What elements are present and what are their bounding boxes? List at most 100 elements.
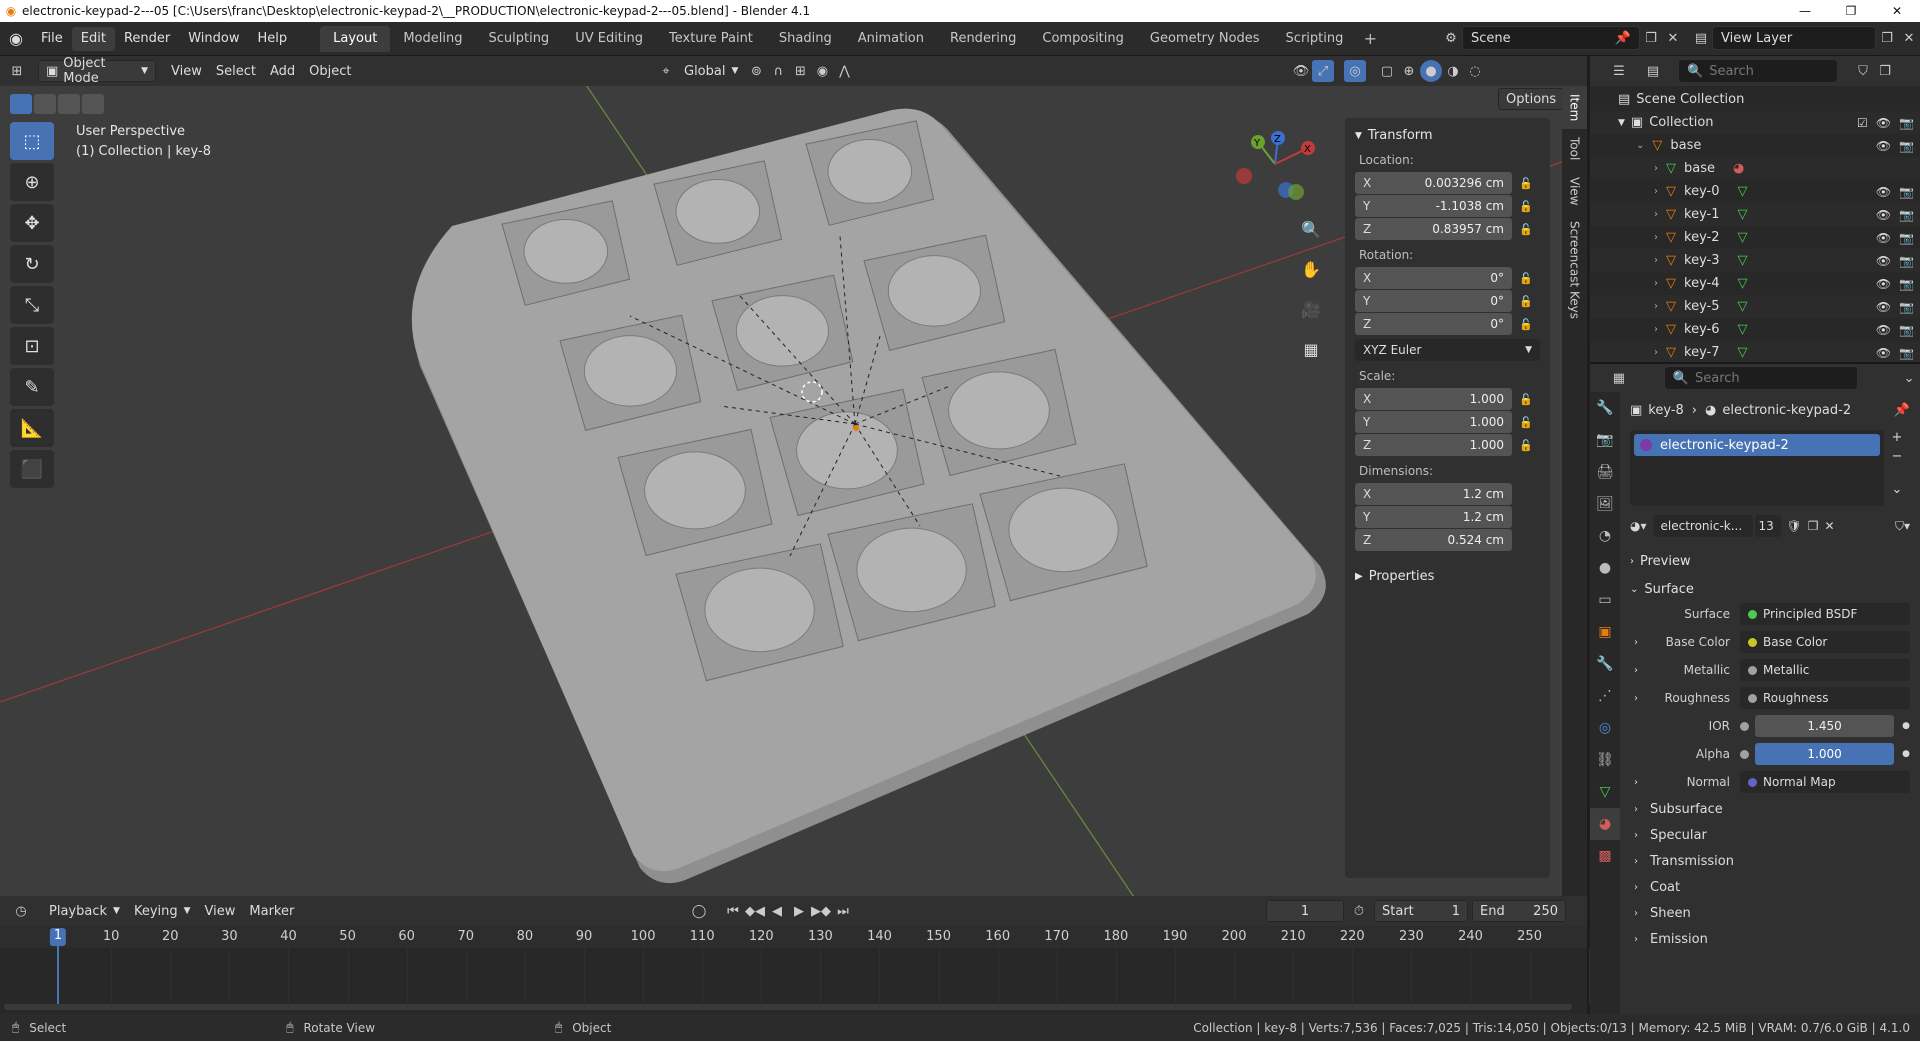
menu-select[interactable]: Select xyxy=(209,60,263,82)
timeline-scrollbar[interactable] xyxy=(4,1004,1572,1010)
menu-add[interactable]: Add xyxy=(263,60,302,82)
scale-z-field[interactable]: Z 1.000 xyxy=(1355,434,1512,456)
fake-user-icon[interactable]: 🛡 xyxy=(1787,519,1802,533)
chevron-right-icon[interactable]: › xyxy=(1630,665,1650,676)
lock-icon[interactable]: 🔓 xyxy=(1512,272,1540,285)
scene-icon[interactable]: ⚙ xyxy=(1440,27,1462,49)
gizmo-toggle-icon[interactable]: ⤢ xyxy=(1312,60,1334,82)
outliner-row[interactable]: ▤ Scene Collection xyxy=(1590,88,1920,111)
camera-view-icon[interactable]: 🎥 xyxy=(1296,294,1326,324)
eye-icon[interactable]: 👁 xyxy=(1876,185,1891,199)
outliner-row[interactable]: › ▽ key-5 ▽ 👁 📷 xyxy=(1590,295,1920,318)
playhead[interactable] xyxy=(57,946,59,1008)
remove-slot-icon[interactable]: − xyxy=(1892,449,1903,464)
cursor-tool-icon[interactable]: ⊕ xyxy=(10,163,54,201)
outliner-row[interactable]: › ▽ key-1 ▽ 👁 📷 xyxy=(1590,203,1920,226)
jump-start-icon[interactable]: ⏮ xyxy=(722,900,744,922)
pin-icon[interactable]: 📌 xyxy=(1894,403,1910,418)
alpha-field[interactable]: 1.000 xyxy=(1755,743,1895,765)
tab-tool[interactable]: Tool xyxy=(1562,129,1587,168)
duplicate-icon[interactable]: ❐ xyxy=(1808,519,1819,533)
current-frame-marker[interactable]: 1 xyxy=(49,928,67,946)
transform-tool-icon[interactable]: ⊡ xyxy=(10,327,54,365)
unlink-icon[interactable]: ✕ xyxy=(1825,519,1835,533)
rotation-y-field[interactable]: Y 0° xyxy=(1355,290,1512,312)
end-frame-field[interactable]: End 250 xyxy=(1472,900,1566,922)
material-browse-icon[interactable]: ◕▾ xyxy=(1630,519,1647,533)
tab-layout[interactable]: Layout xyxy=(320,25,391,52)
eye-icon[interactable]: 👁 xyxy=(1876,300,1891,314)
camera-icon[interactable]: 📷 xyxy=(1899,323,1914,337)
select-subtract-icon[interactable] xyxy=(58,94,80,114)
tab-view[interactable]: View xyxy=(1562,169,1587,213)
eye-icon[interactable]: 👁 xyxy=(1876,277,1891,291)
scale-tool-icon[interactable]: ⤡ xyxy=(10,286,54,324)
auto-keying-icon[interactable]: ◯ xyxy=(688,900,710,922)
scene-field[interactable]: Scene 📌 xyxy=(1462,26,1640,50)
menu-window[interactable]: Window xyxy=(179,27,248,51)
outliner-row[interactable]: › ▽ key-4 ▽ 👁 📷 xyxy=(1590,272,1920,295)
camera-icon[interactable]: 📷 xyxy=(1899,185,1914,199)
particles-tab-icon[interactable]: ⋰ xyxy=(1590,680,1620,712)
measure-tool-icon[interactable]: 📐 xyxy=(10,409,54,447)
remove-view-layer-icon[interactable]: ✕ xyxy=(1898,27,1920,49)
tab-texture-paint[interactable]: Texture Paint xyxy=(656,26,766,52)
scale-x-field[interactable]: X 1.000 xyxy=(1355,388,1512,410)
outliner-row[interactable]: ⌄ ▽ base 👁 📷 xyxy=(1590,134,1920,157)
chevron-right-icon[interactable]: › xyxy=(1654,324,1658,335)
outliner-row[interactable]: › ▽ key-3 ▽ 👁 📷 xyxy=(1590,249,1920,272)
tab-animation[interactable]: Animation xyxy=(845,26,937,52)
location-x-field[interactable]: X 0.003296 cm xyxy=(1355,172,1512,194)
maximize-button[interactable]: ❐ xyxy=(1828,0,1874,22)
menu-marker[interactable]: Marker xyxy=(242,900,301,922)
lock-icon[interactable]: 🔓 xyxy=(1512,318,1540,331)
surface-subsection[interactable]: › Coat xyxy=(1630,876,1910,898)
users-count[interactable]: 13 xyxy=(1754,515,1781,537)
location-y-field[interactable]: Y -1.1038 cm xyxy=(1355,195,1512,217)
tab-compositing[interactable]: Compositing xyxy=(1029,26,1137,52)
lock-icon[interactable]: 🔓 xyxy=(1512,295,1540,308)
menu-help[interactable]: Help xyxy=(249,27,297,51)
wireframe-shading-icon[interactable]: ⊕ xyxy=(1398,60,1420,82)
new-scene-icon[interactable]: ❐ xyxy=(1640,27,1662,49)
visibility-icon[interactable]: 👁 xyxy=(1290,60,1312,82)
node-tree-icon[interactable]: ⛉▾ xyxy=(1895,519,1910,534)
scale-y-field[interactable]: Y 1.000 xyxy=(1355,411,1512,433)
menu-playback[interactable]: Playback ▼ xyxy=(42,900,127,922)
pin-icon[interactable]: 📌 xyxy=(1615,31,1631,46)
orientation-dropdown[interactable]: Global ▼ xyxy=(677,60,745,82)
minimize-button[interactable]: — xyxy=(1782,0,1828,22)
display-mode-icon[interactable]: ▤ xyxy=(1642,60,1664,82)
filter-icon[interactable]: ⛉ xyxy=(1852,60,1874,82)
menu-keying[interactable]: Keying ▼ xyxy=(127,900,198,922)
select-extend-icon[interactable] xyxy=(34,94,56,114)
chevron-right-icon[interactable]: › xyxy=(1654,278,1658,289)
view-layer-icon[interactable]: ▤ xyxy=(1690,27,1712,49)
world-tab-icon[interactable]: ● xyxy=(1590,552,1620,584)
properties-header[interactable]: ▶ Properties xyxy=(1355,569,1540,584)
object-tab-icon[interactable]: ▣ xyxy=(1590,616,1620,648)
input-link-field[interactable]: Roughness xyxy=(1740,687,1910,709)
timeline-ruler[interactable]: 1 10 20 30 40 50 60 70 80 90 100 110 120 130 140 150 160… xyxy=(0,926,1587,948)
material-slot[interactable]: electronic-keypad-2 xyxy=(1634,434,1880,456)
menu-view[interactable]: View xyxy=(164,60,209,82)
start-frame-field[interactable]: Start 1 xyxy=(1374,900,1468,922)
tab-modeling[interactable]: Modeling xyxy=(390,26,475,52)
chevron-right-icon[interactable]: › xyxy=(1654,209,1658,220)
chevron-right-icon[interactable]: › xyxy=(1630,637,1650,648)
eye-icon[interactable]: 👁 xyxy=(1876,231,1891,245)
outliner-row[interactable]: ▼ ▣ Collection ☑ 👁 📷 xyxy=(1590,111,1920,134)
chevron-down-icon[interactable]: ⌄ xyxy=(1898,367,1920,389)
material-name-field[interactable]: electronic-k... xyxy=(1652,515,1753,537)
navigation-gizmo[interactable]: Y Z X xyxy=(1230,124,1320,204)
next-keyframe-icon[interactable]: ▶◆ xyxy=(810,900,832,922)
rotation-mode-dropdown[interactable]: XYZ Euler ▼ xyxy=(1355,339,1540,361)
chevron-right-icon[interactable]: › xyxy=(1654,186,1658,197)
lock-icon[interactable]: 🔓 xyxy=(1512,177,1540,190)
new-view-layer-icon[interactable]: ❐ xyxy=(1876,27,1898,49)
eye-icon[interactable]: 👁 xyxy=(1876,323,1891,337)
chevron-right-icon[interactable]: › xyxy=(1654,255,1658,266)
dimensions-y-field[interactable]: Y 1.2 cm xyxy=(1355,506,1512,528)
solid-shading-icon[interactable]: ● xyxy=(1420,60,1442,82)
add-cube-tool-icon[interactable]: ⬛ xyxy=(10,450,54,488)
